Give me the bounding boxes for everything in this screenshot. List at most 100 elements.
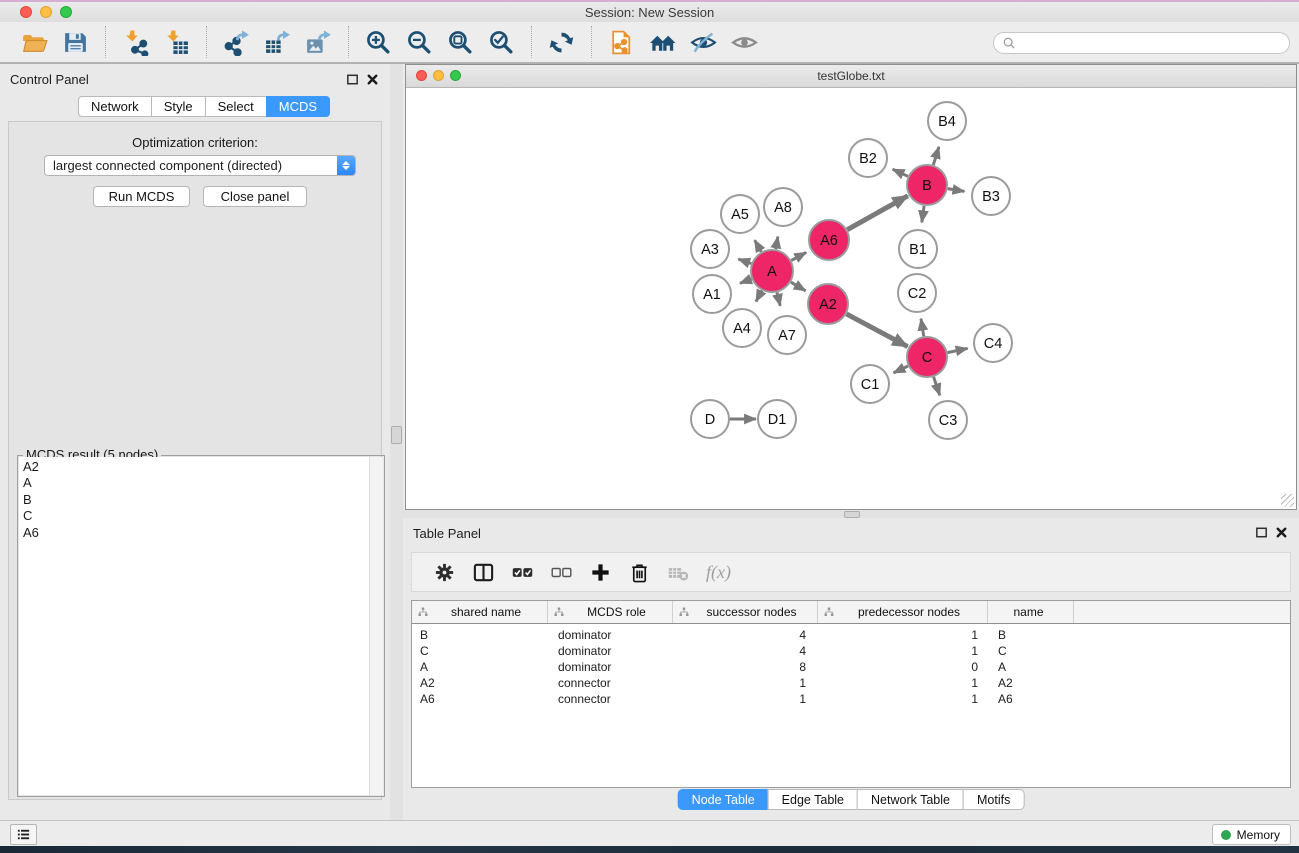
vertical-split-divider[interactable]: [390, 64, 403, 820]
select-all-rows-button[interactable]: [511, 559, 534, 585]
show-all-button[interactable]: [730, 28, 759, 57]
tab-edge-table[interactable]: Edge Table: [768, 789, 858, 810]
save-session-button[interactable]: [61, 28, 90, 57]
edge-A-A1[interactable]: [740, 279, 752, 283]
edge-A-A3[interactable]: [738, 259, 751, 264]
node-C2[interactable]: C2: [898, 274, 936, 312]
node-C[interactable]: C: [907, 337, 947, 377]
edge-A-A2[interactable]: [791, 282, 806, 291]
tab-style[interactable]: Style: [151, 96, 206, 117]
mcds-result-item[interactable]: C: [23, 508, 370, 524]
zoom-selected-button[interactable]: [487, 28, 516, 57]
column-header-predecessor-nodes[interactable]: predecessor nodes: [818, 601, 988, 623]
node-A[interactable]: A: [751, 250, 793, 292]
node-B[interactable]: B: [907, 165, 947, 205]
table-row[interactable]: Bdominator41B: [412, 627, 1290, 643]
float-panel-button[interactable]: [345, 72, 360, 87]
node-A2[interactable]: A2: [808, 284, 848, 324]
node-A7[interactable]: A7: [768, 316, 806, 354]
hide-unselected-button[interactable]: [689, 28, 718, 57]
edge-C-C2[interactable]: [921, 319, 924, 337]
node-A6[interactable]: A6: [809, 220, 849, 260]
search-box[interactable]: [993, 32, 1290, 54]
node-B3[interactable]: B3: [972, 177, 1010, 215]
tab-network-table[interactable]: Network Table: [857, 789, 964, 810]
table-settings-button[interactable]: [433, 559, 456, 585]
node-A4[interactable]: A4: [723, 309, 761, 347]
edge-B-B1[interactable]: [922, 206, 924, 223]
divider-handle[interactable]: [844, 511, 860, 518]
table-row[interactable]: Cdominator41C: [412, 643, 1290, 659]
table-row[interactable]: A2connector11A2: [412, 675, 1290, 691]
zoom-out-button[interactable]: [405, 28, 434, 57]
open-session-button[interactable]: [20, 28, 49, 57]
delete-column-button[interactable]: [628, 559, 651, 585]
divider-handle[interactable]: [391, 426, 402, 444]
close-panel-action-button[interactable]: Close panel: [203, 186, 307, 207]
toggle-columns-button[interactable]: [472, 559, 495, 585]
edge-C-C3[interactable]: [934, 377, 940, 395]
node-B1[interactable]: B1: [899, 230, 937, 268]
float-table-panel-button[interactable]: [1254, 525, 1269, 540]
node-B4[interactable]: B4: [928, 102, 966, 140]
edge-C-C4[interactable]: [948, 348, 968, 352]
table-row[interactable]: A6connector11A6: [412, 691, 1290, 707]
tab-node-table[interactable]: Node Table: [678, 789, 769, 810]
column-header-shared-name[interactable]: shared name: [412, 601, 548, 623]
import-network-button[interactable]: [121, 28, 150, 57]
node-C1[interactable]: C1: [851, 365, 889, 403]
mcds-result-item[interactable]: A6: [23, 525, 370, 541]
tab-mcds[interactable]: MCDS: [266, 96, 330, 117]
resize-grip-icon[interactable]: [1281, 494, 1294, 507]
refresh-layout-button[interactable]: [547, 28, 576, 57]
edge-A-A5[interactable]: [755, 240, 762, 252]
edge-C-C1[interactable]: [894, 366, 909, 373]
edge-A-A7[interactable]: [777, 292, 780, 305]
run-mcds-button[interactable]: Run MCDS: [93, 186, 190, 207]
edge-A2-C[interactable]: [847, 314, 908, 347]
zoom-in-button[interactable]: [364, 28, 393, 57]
table-row[interactable]: Adominator80A: [412, 659, 1290, 675]
close-table-panel-button[interactable]: [1274, 525, 1289, 540]
node-C4[interactable]: C4: [974, 324, 1012, 362]
zoom-fit-button[interactable]: [446, 28, 475, 57]
edge-A6-B[interactable]: [847, 196, 908, 230]
horizontal-split-divider[interactable]: [403, 510, 1299, 518]
network-canvas[interactable]: ABCA6A2A5A8A3A1A4A7B2B4B3B1C2C4C1C3DD1: [406, 88, 1296, 509]
node-A3[interactable]: A3: [691, 230, 729, 268]
result-list-scrollbar[interactable]: [369, 457, 383, 795]
tab-select[interactable]: Select: [205, 96, 267, 117]
tab-motifs[interactable]: Motifs: [963, 789, 1024, 810]
show-panels-button[interactable]: [10, 824, 37, 845]
manage-networks-button[interactable]: [607, 28, 636, 57]
node-A1[interactable]: A1: [693, 275, 731, 313]
node-D[interactable]: D: [691, 400, 729, 438]
column-header-name[interactable]: name: [988, 601, 1074, 623]
node-A8[interactable]: A8: [764, 188, 802, 226]
edge-B-B3[interactable]: [948, 189, 965, 192]
edge-A-A8[interactable]: [776, 237, 778, 250]
mcds-result-item[interactable]: A2: [23, 459, 370, 475]
memory-button[interactable]: Memory: [1212, 824, 1291, 845]
search-input[interactable]: [1021, 35, 1281, 51]
node-A5[interactable]: A5: [721, 195, 759, 233]
edge-A-A6[interactable]: [791, 252, 806, 260]
tab-network[interactable]: Network: [78, 96, 152, 117]
criterion-dropdown[interactable]: largest connected component (directed): [44, 155, 356, 176]
import-table-button[interactable]: [162, 28, 191, 57]
node-D1[interactable]: D1: [758, 400, 796, 438]
export-table-button[interactable]: [263, 28, 292, 57]
add-column-button[interactable]: [589, 559, 612, 585]
export-network-button[interactable]: [222, 28, 251, 57]
edge-A-A4[interactable]: [756, 291, 762, 302]
mcds-result-item[interactable]: B: [23, 492, 370, 508]
close-panel-button[interactable]: [365, 72, 380, 87]
mcds-result-item[interactable]: A: [23, 475, 370, 491]
column-header-successor-nodes[interactable]: successor nodes: [673, 601, 818, 623]
edge-B-B2[interactable]: [893, 169, 908, 176]
node-C3[interactable]: C3: [929, 401, 967, 439]
column-header-mcds-role[interactable]: MCDS role: [548, 601, 673, 623]
edge-B-B4[interactable]: [933, 147, 939, 165]
home-button[interactable]: [648, 28, 677, 57]
deselect-all-rows-button[interactable]: [550, 559, 573, 585]
